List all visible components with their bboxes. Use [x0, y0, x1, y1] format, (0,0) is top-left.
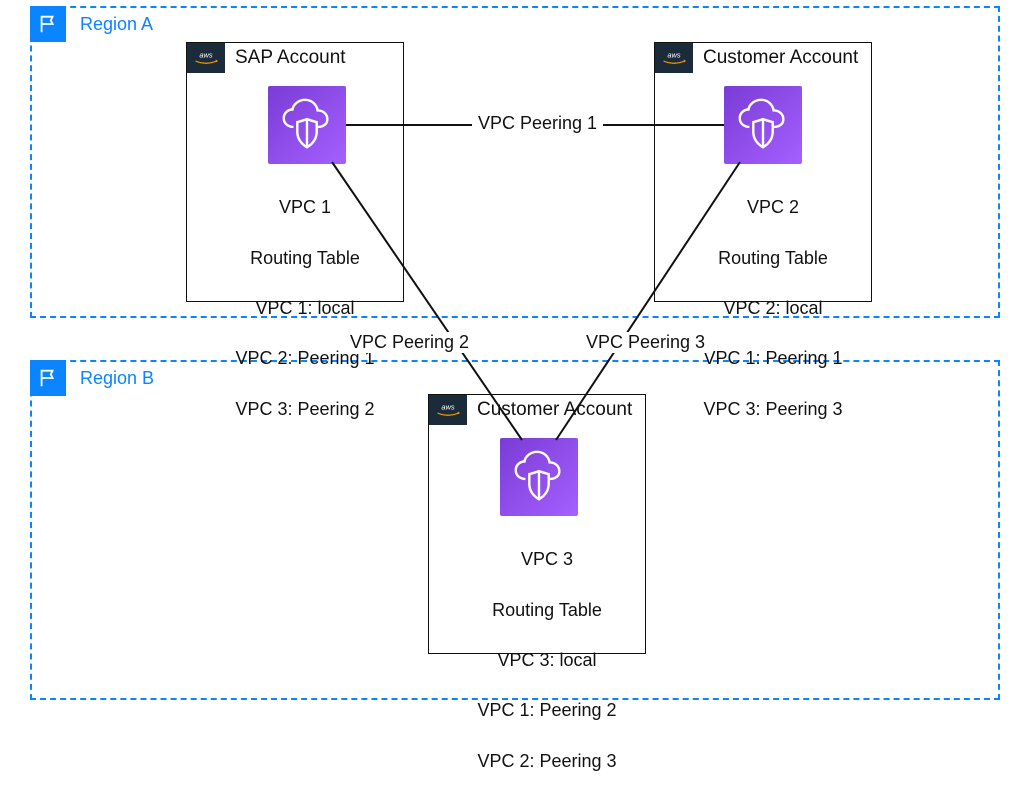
route-entry: VPC 1: local	[255, 298, 354, 318]
routing-table-title: Routing Table	[492, 600, 602, 620]
routing-table-title: Routing Table	[250, 248, 360, 268]
vpc-shield-icon	[500, 438, 578, 516]
peering-3-label: VPC Peering 3	[580, 332, 711, 353]
route-entry: VPC 3: local	[497, 650, 596, 670]
account-title: Customer Account	[703, 47, 858, 69]
vpc-name: VPC 2	[747, 197, 799, 217]
vpc-shield-icon	[724, 86, 802, 164]
route-entry: VPC 1: Peering 1	[703, 348, 842, 368]
region-flag-icon	[30, 360, 66, 396]
peering-2-label: VPC Peering 2	[344, 332, 475, 353]
vpc-name: VPC 1	[279, 197, 331, 217]
peering-1-label: VPC Peering 1	[472, 113, 603, 134]
route-entry: VPC 1: Peering 2	[477, 700, 616, 720]
vpc2-text: VPC 2 Routing Table VPC 2: local VPC 1: …	[654, 170, 872, 447]
route-entry: VPC 2: local	[723, 298, 822, 318]
aws-logo-icon: aws	[655, 43, 693, 73]
region-flag-icon	[30, 6, 66, 42]
svg-text:aws: aws	[199, 50, 213, 59]
aws-logo-icon: aws	[429, 395, 467, 425]
diagram-canvas: Region A Region B aws SAP Account VPC 1 …	[0, 0, 1024, 716]
aws-logo-icon: aws	[187, 43, 225, 73]
region-b-label: Region B	[80, 368, 154, 389]
vpc3-text: VPC 3 Routing Table VPC 3: local VPC 1: …	[428, 522, 646, 799]
route-entry: VPC 3: Peering 3	[703, 399, 842, 419]
account-title: Customer Account	[477, 399, 632, 421]
route-entry: VPC 2: Peering 3	[477, 751, 616, 771]
vpc-name: VPC 3	[521, 549, 573, 569]
region-a-label: Region A	[80, 14, 153, 35]
route-entry: VPC 3: Peering 2	[235, 399, 374, 419]
routing-table-title: Routing Table	[718, 248, 828, 268]
svg-text:aws: aws	[441, 402, 455, 411]
svg-text:aws: aws	[667, 50, 681, 59]
vpc-shield-icon	[268, 86, 346, 164]
vpc1-text: VPC 1 Routing Table VPC 1: local VPC 2: …	[186, 170, 404, 447]
account-title: SAP Account	[235, 47, 346, 69]
